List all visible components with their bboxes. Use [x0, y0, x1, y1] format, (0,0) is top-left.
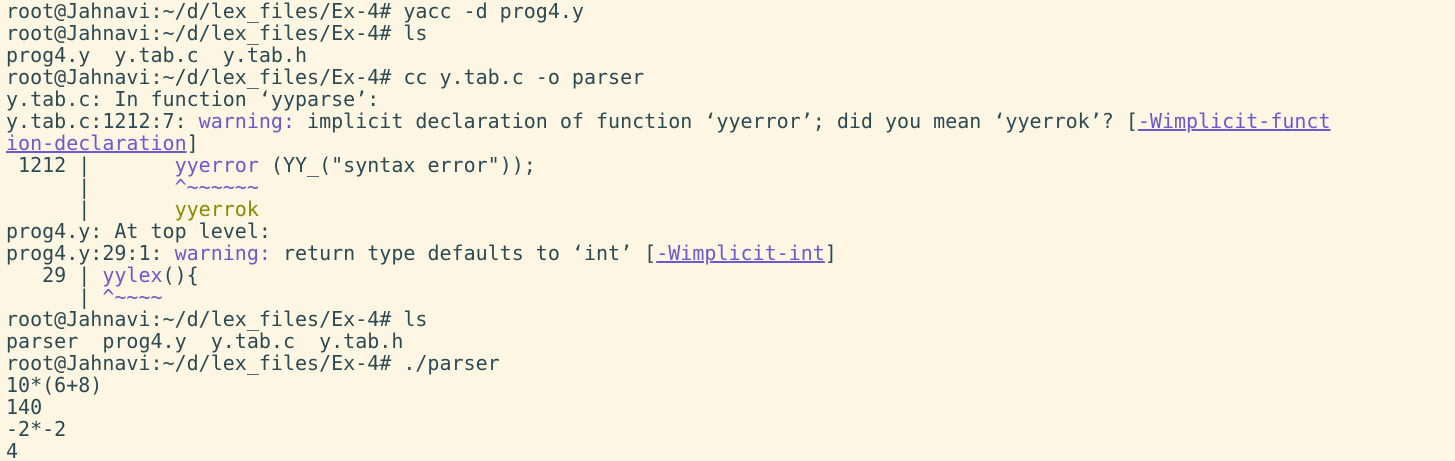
- fixit-suggestion: yyerrok: [174, 197, 259, 221]
- source-highlight: yyerror: [174, 153, 259, 177]
- terminal-line: root@Jahnavi:~/d/lex_files/Ex-4# yacc -d…: [6, 0, 1449, 22]
- source-gutter: |: [6, 197, 175, 221]
- bracket-text: ]: [186, 131, 199, 155]
- terminal-line: root@Jahnavi:~/d/lex_files/Ex-4# ./parse…: [6, 352, 1449, 374]
- command-text: root@Jahnavi:~/d/lex_files/Ex-4# ./parse…: [6, 351, 500, 375]
- terminal-window[interactable]: root@Jahnavi:~/d/lex_files/Ex-4# yacc -d…: [0, 0, 1455, 461]
- diag-message: return type defaults to ‘int’ [: [270, 241, 657, 265]
- input-text: 10*(6+8): [6, 373, 103, 397]
- warning-label: warning:: [198, 109, 295, 133]
- caret-marker: ^~~~~: [102, 285, 163, 309]
- terminal-line: prog4.y:29:1: warning: return type defau…: [6, 242, 1449, 264]
- terminal-line: root@Jahnavi:~/d/lex_files/Ex-4# cc y.ta…: [6, 66, 1449, 88]
- command-text: root@Jahnavi:~/d/lex_files/Ex-4# ls: [6, 307, 428, 331]
- source-code: (YY_("syntax error"));: [258, 153, 536, 177]
- diag-location: y.tab.c:1212:7:: [6, 109, 199, 133]
- source-code: (){: [162, 263, 199, 287]
- terminal-line: 10*(6+8): [6, 374, 1449, 396]
- output-text: 4: [6, 439, 19, 461]
- terminal-line: | yyerrok: [6, 198, 1449, 220]
- input-text: -2*-2: [6, 417, 67, 441]
- terminal-line: 29 | yylex(){: [6, 264, 1449, 286]
- diag-location: prog4.y:29:1:: [6, 241, 175, 265]
- terminal-line: -2*-2: [6, 418, 1449, 440]
- bracket-text: ]: [824, 241, 837, 265]
- output-text: parser prog4.y y.tab.c y.tab.h: [6, 329, 404, 353]
- warning-label: warning:: [174, 241, 271, 265]
- output-text: prog4.y y.tab.c y.tab.h: [6, 43, 308, 67]
- command-text: root@Jahnavi:~/d/lex_files/Ex-4# yacc -d…: [6, 0, 584, 23]
- diag-message: implicit declaration of function ‘yyerro…: [294, 109, 1138, 133]
- warning-flag-link[interactable]: ion-declaration: [6, 131, 187, 155]
- terminal-line: parser prog4.y y.tab.c y.tab.h: [6, 330, 1449, 352]
- source-gutter: |: [6, 285, 103, 309]
- caret-marker: ^~~~~~~: [174, 175, 259, 199]
- command-text: root@Jahnavi:~/d/lex_files/Ex-4# cc y.ta…: [6, 65, 645, 89]
- warning-flag-link[interactable]: -Wimplicit-int: [656, 241, 825, 265]
- source-gutter: |: [6, 175, 175, 199]
- command-text: root@Jahnavi:~/d/lex_files/Ex-4# ls: [6, 21, 428, 45]
- output-text: prog4.y: At top level:: [6, 219, 271, 243]
- terminal-line: y.tab.c:1212:7: warning: implicit declar…: [6, 110, 1449, 132]
- terminal-line: prog4.y: At top level:: [6, 220, 1449, 242]
- terminal-line: 4: [6, 440, 1449, 461]
- output-text: 140: [6, 395, 43, 419]
- terminal-line: ion-declaration]: [6, 132, 1449, 154]
- source-highlight: yylex: [102, 263, 163, 287]
- terminal-line: 1212 | yyerror (YY_("syntax error"));: [6, 154, 1449, 176]
- terminal-line: 140: [6, 396, 1449, 418]
- source-gutter: 1212 |: [6, 153, 175, 177]
- warning-flag-link[interactable]: -Wimplicit-funct: [1138, 109, 1331, 133]
- terminal-line: | ^~~~~~~: [6, 176, 1449, 198]
- terminal-line: root@Jahnavi:~/d/lex_files/Ex-4# ls: [6, 22, 1449, 44]
- output-text: y.tab.c: In function ‘yyparse’:: [6, 87, 380, 111]
- terminal-line: root@Jahnavi:~/d/lex_files/Ex-4# ls: [6, 308, 1449, 330]
- terminal-line: y.tab.c: In function ‘yyparse’:: [6, 88, 1449, 110]
- terminal-line: prog4.y y.tab.c y.tab.h: [6, 44, 1449, 66]
- source-gutter: 29 |: [6, 263, 103, 287]
- terminal-line: | ^~~~~: [6, 286, 1449, 308]
